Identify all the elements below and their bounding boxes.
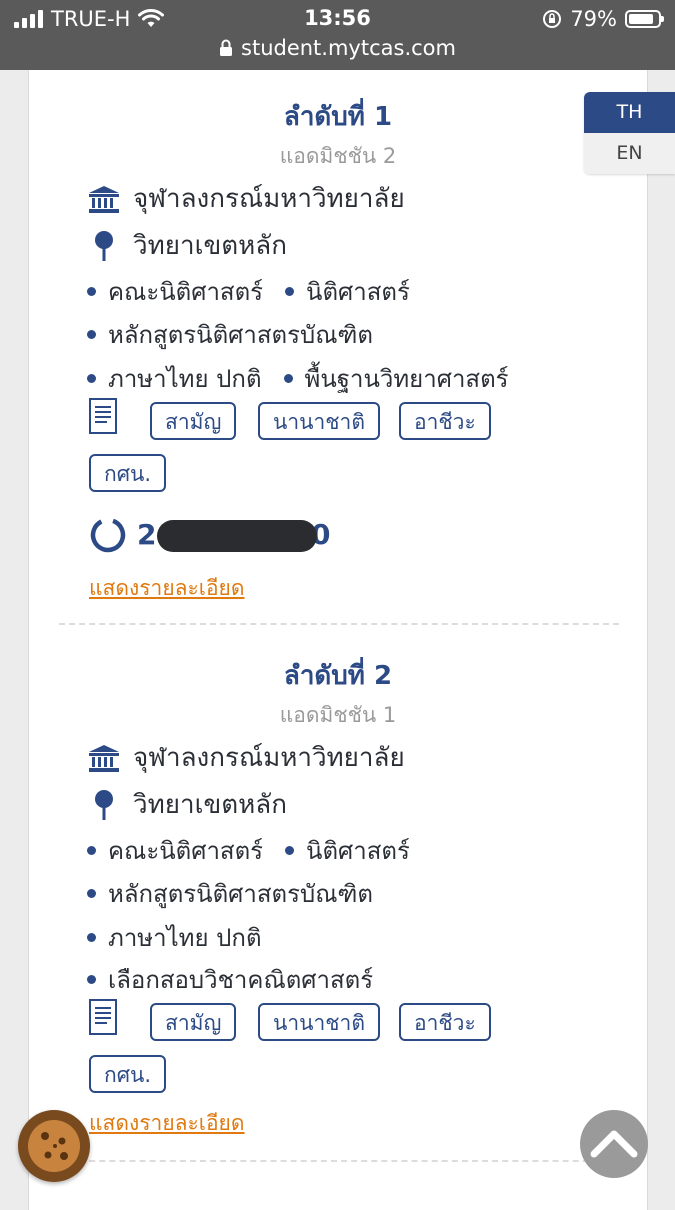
entry-2-program: หลักสูตรนิติศาสตรบัณฑิต xyxy=(108,880,374,908)
entry-2-program-row: หลักสูตรนิติศาสตรบัณฑิต xyxy=(87,874,373,913)
lock-icon xyxy=(220,39,233,56)
redaction-mark xyxy=(157,520,317,552)
ranking-list-card: ลำดับที่ 1 แอดมิชชัน 2 จุฬาลงกรณ์มหาวิทย… xyxy=(28,70,648,1210)
entry-2-tag-general: สามัญ xyxy=(150,1003,237,1041)
entry-1-tag-international: นานาชาติ xyxy=(258,402,380,440)
url-text: student.mytcas.com xyxy=(241,36,456,60)
chevron-up-icon xyxy=(590,1130,638,1158)
entry-2-extra-row: เลือกสอบวิชาคณิตศาสตร์ xyxy=(87,960,373,999)
entry-1-detail-link[interactable]: แสดงรายละเอียด xyxy=(89,572,245,605)
entry-2-campus: วิทยาเขตหลัก xyxy=(133,790,287,820)
entry-2-faculty-row: คณะนิติศาสตร์ นิติศาสตร์ xyxy=(87,831,410,870)
entry-2-field: นิติศาสตร์ xyxy=(306,837,410,865)
status-bar: TRUE-H 13:56 79% student.mytcas.com xyxy=(0,0,675,70)
entry-1-code-start: 2 xyxy=(137,518,157,551)
entry-1-field: นิติศาสตร์ xyxy=(306,278,410,306)
status-progress-icon xyxy=(90,517,126,553)
lang-en-button[interactable]: EN xyxy=(584,133,675,174)
entry-1-program: หลักสูตรนิติศาสตรบัณฑิต xyxy=(108,321,374,349)
entry-1-faculty: คณะนิติศาสตร์ xyxy=(108,278,264,306)
entry-1-rank-title: ลำดับที่ 1 xyxy=(283,102,393,132)
language-switcher: TH EN xyxy=(584,92,675,174)
entry-2-rank-title: ลำดับที่ 2 xyxy=(283,661,393,691)
entry-divider xyxy=(59,623,619,625)
lang-th-button[interactable]: TH xyxy=(584,92,675,133)
cookie-icon xyxy=(28,1120,80,1172)
university-icon xyxy=(89,744,119,772)
url-bar[interactable]: student.mytcas.com xyxy=(0,36,675,60)
status-right: 79% xyxy=(542,6,664,32)
location-pin-icon xyxy=(95,789,113,820)
cookie-settings-button[interactable] xyxy=(18,1110,90,1182)
entry-2-round: แอดมิชชัน 1 xyxy=(279,703,397,727)
entry-2-tag-nfe: กศน. xyxy=(89,1055,167,1093)
battery-icon xyxy=(625,10,664,28)
entry-1-extra: พื้นฐานวิทยาศาสตร์ xyxy=(304,365,509,393)
entry-2-university: จุฬาลงกรณ์มหาวิทยาลัย xyxy=(133,743,405,773)
entry-2-extra: เลือกสอบวิชาคณิตศาสตร์ xyxy=(108,966,374,994)
rotation-lock-icon xyxy=(543,10,562,28)
entry-1-tag-general: สามัญ xyxy=(150,402,237,440)
document-icon xyxy=(89,398,117,434)
entry-2-tag-international: นานาชาติ xyxy=(258,1003,380,1041)
entry-1-faculty-row: คณะนิติศาสตร์ นิติศาสตร์ xyxy=(87,272,410,311)
entry-2-language: ภาษาไทย ปกติ xyxy=(108,924,262,952)
entry-1-language: ภาษาไทย ปกติ xyxy=(108,365,262,393)
entry-1-campus: วิทยาเขตหลัก xyxy=(133,231,287,261)
entry-1-tag-vocational: อาชีวะ xyxy=(399,402,491,440)
entry-1-university: จุฬาลงกรณ์มหาวิทยาลัย xyxy=(133,184,405,214)
entry-divider xyxy=(59,1160,619,1162)
entry-2-language-row: ภาษาไทย ปกติ xyxy=(87,918,262,957)
document-icon xyxy=(89,999,117,1035)
entry-2-detail-link[interactable]: แสดงรายละเอียด xyxy=(89,1107,245,1140)
entry-1-campus-row: วิทยาเขตหลัก xyxy=(87,225,287,266)
entry-1-language-row: ภาษาไทย ปกติ พื้นฐานวิทยาศาสตร์ xyxy=(87,359,509,398)
entry-2-university-row: จุฬาลงกรณ์มหาวิทยาลัย xyxy=(87,737,405,778)
entry-2-tag-vocational: อาชีวะ xyxy=(399,1003,491,1041)
scroll-to-top-button[interactable] xyxy=(580,1110,648,1178)
entry-2-campus-row: วิทยาเขตหลัก xyxy=(87,784,287,825)
entry-1-program-row: หลักสูตรนิติศาสตรบัณฑิต xyxy=(87,315,373,354)
entry-1-tag-nfe: กศน. xyxy=(89,454,167,492)
university-icon xyxy=(89,185,119,213)
entry-1-round: แอดมิชชัน 2 xyxy=(279,144,397,168)
entry-1-university-row: จุฬาลงกรณ์มหาวิทยาลัย xyxy=(87,178,405,219)
entry-2-faculty: คณะนิติศาสตร์ xyxy=(108,837,264,865)
location-pin-icon xyxy=(95,230,113,261)
battery-percent: 79% xyxy=(570,7,617,31)
